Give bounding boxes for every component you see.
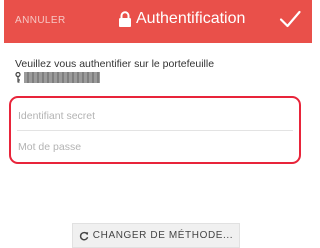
lock-icon bbox=[119, 11, 131, 27]
cancel-button[interactable]: ANNULER bbox=[15, 15, 66, 26]
secret-id-input[interactable] bbox=[13, 100, 297, 132]
auth-message: Veuillez vous authentifier sur le portef… bbox=[15, 58, 215, 70]
checkmark-icon bbox=[279, 10, 301, 28]
refresh-icon bbox=[79, 231, 89, 240]
confirm-button[interactable] bbox=[278, 8, 302, 30]
wallet-id-redacted bbox=[24, 71, 100, 83]
wallet-row bbox=[15, 71, 100, 83]
change-method-button[interactable]: CHANGER DE MÉTHODE... bbox=[72, 223, 240, 248]
password-input[interactable] bbox=[13, 131, 297, 163]
change-method-label: CHANGER DE MÉTHODE... bbox=[92, 230, 234, 241]
header-title-group: Authentification bbox=[118, 10, 245, 28]
page-title: Authentification bbox=[136, 10, 246, 27]
header-bar: ANNULER Authentification bbox=[4, 0, 312, 43]
credentials-form bbox=[9, 96, 301, 164]
key-icon bbox=[15, 71, 21, 83]
